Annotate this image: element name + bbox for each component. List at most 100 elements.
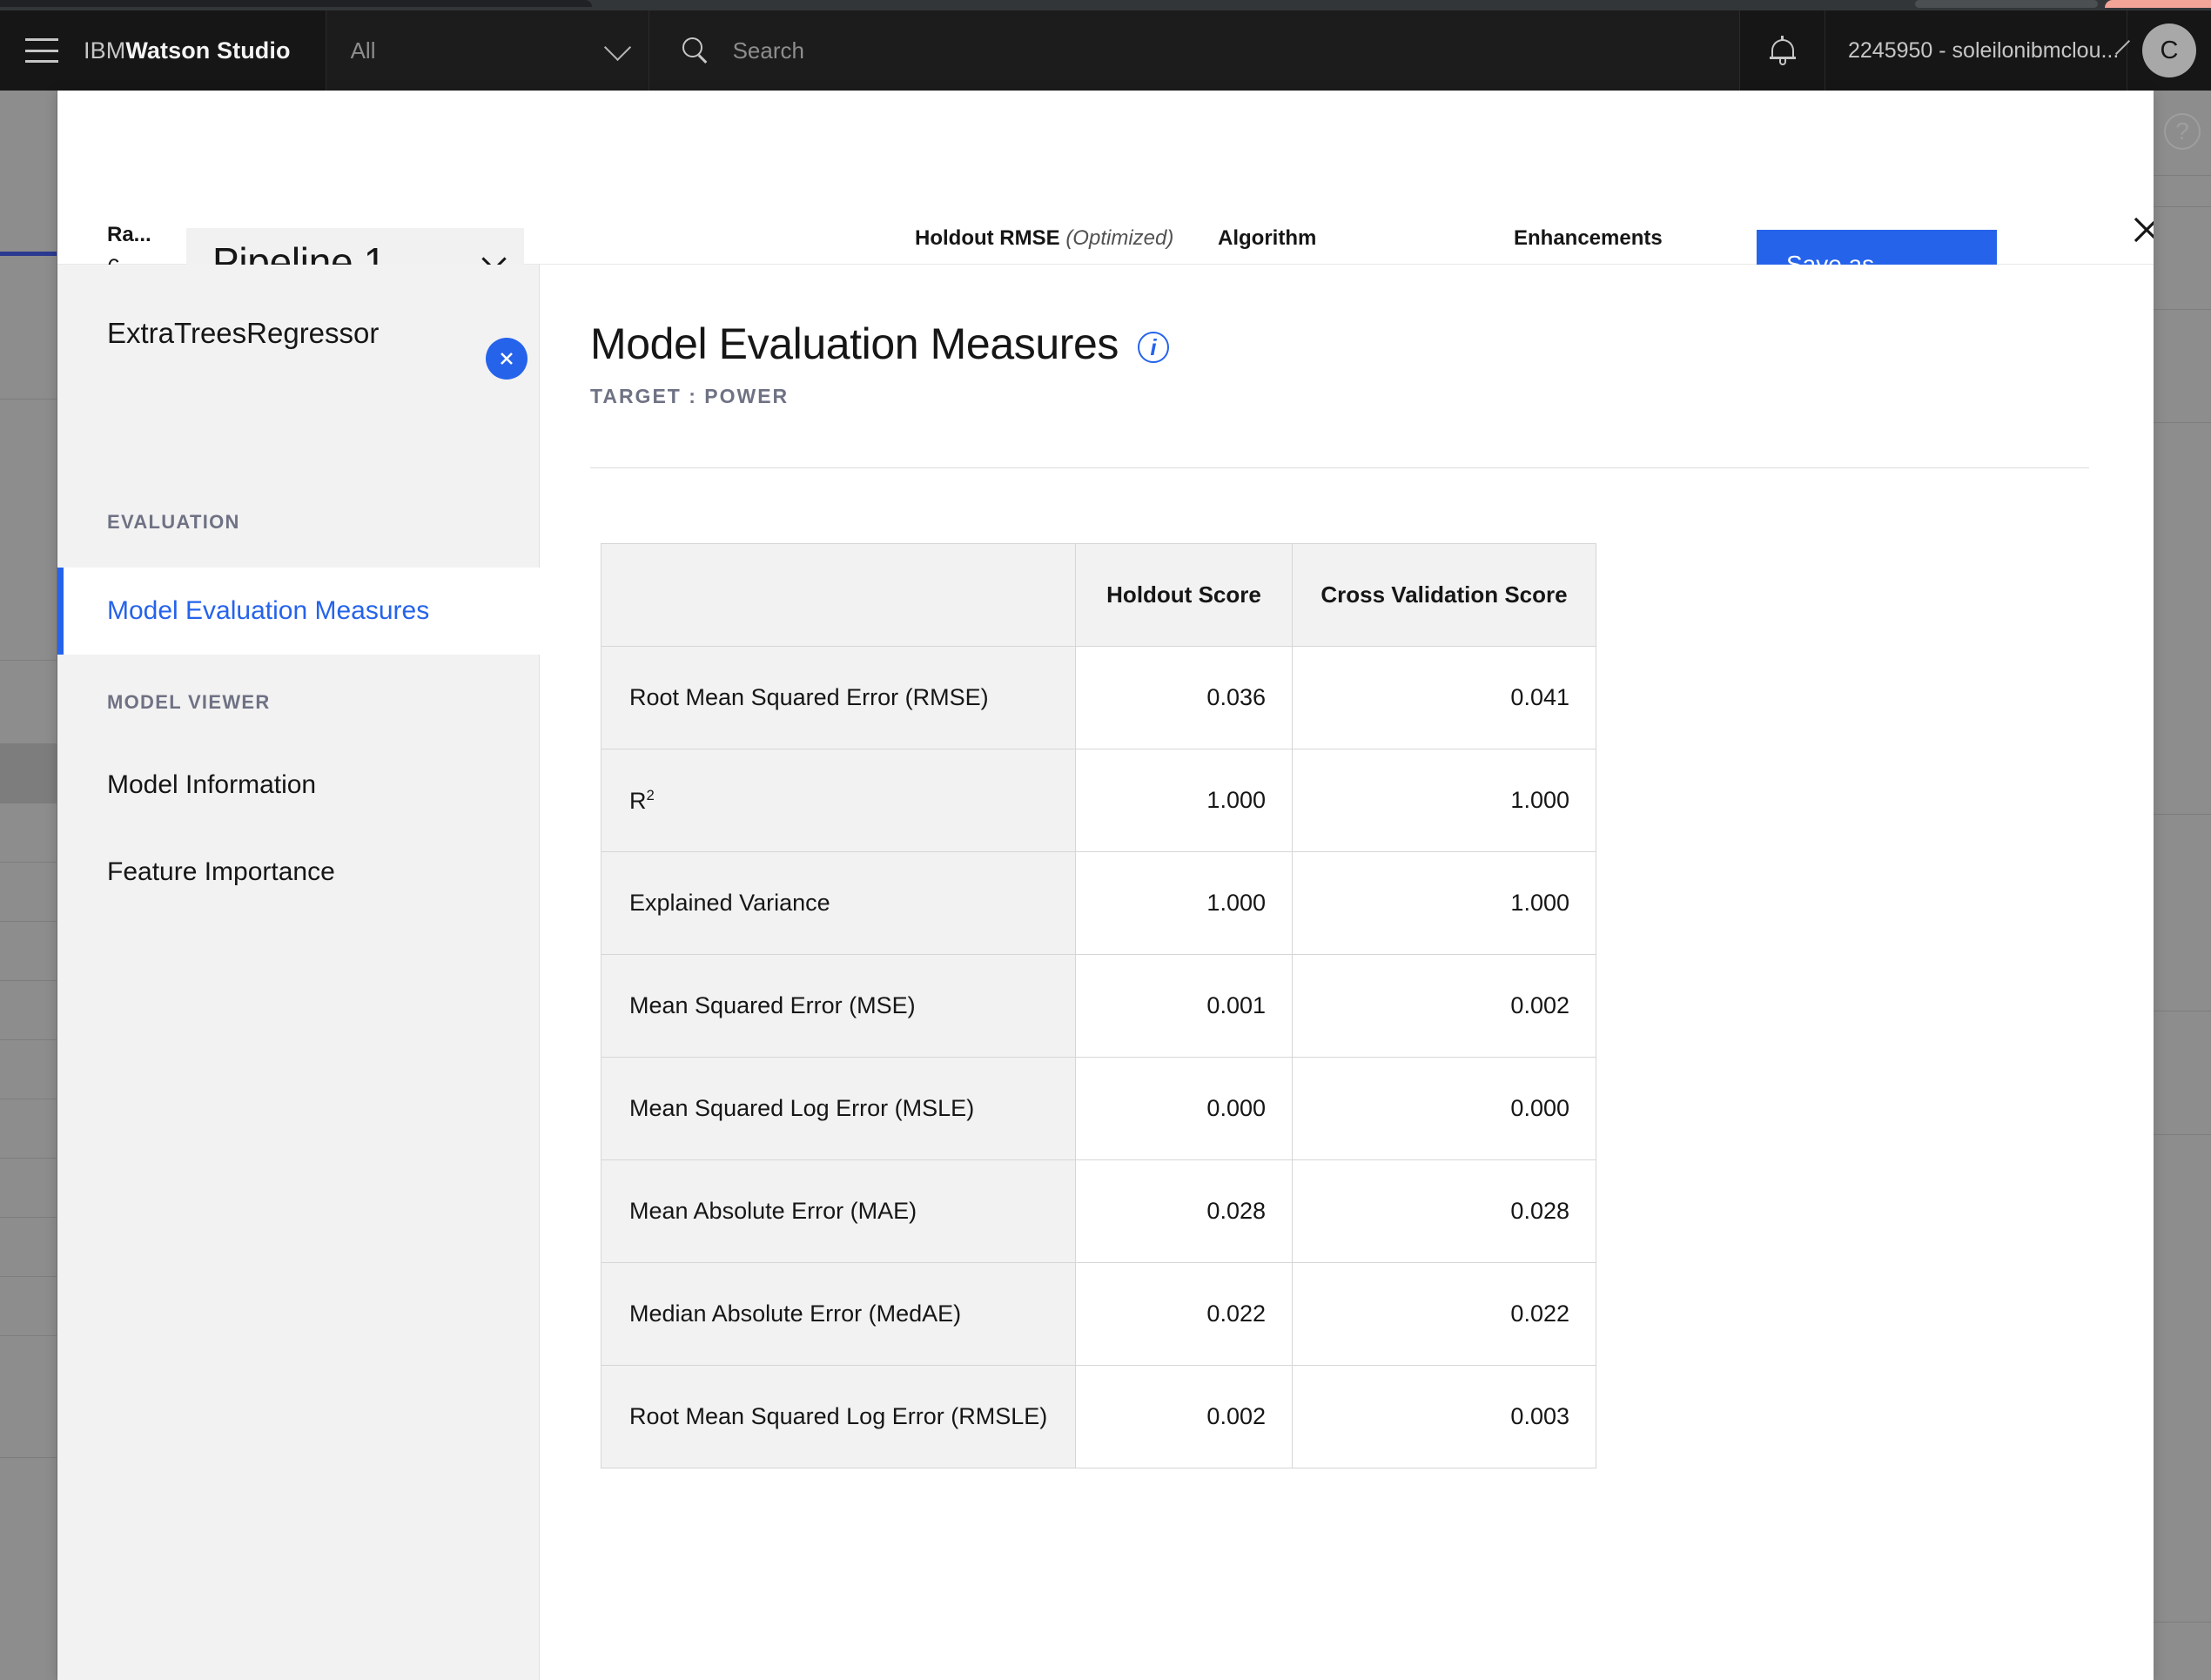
brand-logo[interactable]: IBM Watson Studio bbox=[84, 10, 326, 91]
table-row: Explained Variance 1.000 1.000 bbox=[601, 851, 1596, 955]
metric-label: Algorithm bbox=[1218, 226, 1317, 250]
search-icon bbox=[682, 37, 709, 64]
modal-sidenav: ExtraTreesRegressor EVALUATION Model Eva… bbox=[57, 265, 540, 1680]
brand-name: Watson Studio bbox=[125, 37, 291, 64]
column-header-cross-validation-score: Cross Validation Score bbox=[1292, 543, 1596, 647]
menu-icon-bars bbox=[25, 38, 58, 63]
rail-slot bbox=[0, 1159, 57, 1218]
sidebar-item-model-information[interactable]: Model Information bbox=[57, 742, 540, 829]
browser-chrome-strip bbox=[0, 0, 2211, 10]
modal-header: Ra... 6 Pipeline 1 Holdout RMSE (Optimiz… bbox=[57, 91, 2154, 299]
table-row: Mean Squared Error (MSE) 0.001 0.002 bbox=[601, 954, 1596, 1058]
table-row: Median Absolute Error (MedAE) 0.022 0.022 bbox=[601, 1262, 1596, 1366]
sidebar-item-feature-importance[interactable]: Feature Importance bbox=[57, 829, 540, 916]
rail-slot bbox=[0, 256, 57, 400]
brand-prefix: IBM bbox=[84, 37, 126, 64]
bell-icon[interactable] bbox=[1739, 10, 1825, 91]
browser-profile-accent bbox=[2105, 0, 2211, 8]
search-input-placeholder: Search bbox=[732, 37, 804, 64]
page-title: Model Evaluation Measures bbox=[590, 319, 1119, 368]
measure-name-superscript: 2 bbox=[646, 786, 655, 803]
search-input[interactable]: Search bbox=[649, 10, 1739, 91]
model-evaluation-measures-table: Holdout Score Cross Validation Score Roo… bbox=[601, 543, 1596, 1468]
table-header: Holdout Score Cross Validation Score bbox=[601, 543, 1596, 647]
holdout-score-cell: 0.000 bbox=[1075, 1057, 1293, 1160]
rail-slot bbox=[0, 400, 57, 661]
nav-group-title-evaluation: EVALUATION bbox=[107, 511, 240, 533]
sidebar-item-label: Model Evaluation Measures bbox=[107, 596, 430, 625]
table-header-row: Holdout Score Cross Validation Score bbox=[601, 543, 1596, 647]
cross-validation-score-cell: 0.002 bbox=[1292, 954, 1596, 1058]
holdout-score-cell: 1.000 bbox=[1075, 749, 1293, 852]
holdout-score-cell: 0.036 bbox=[1075, 646, 1293, 749]
cross-validation-score-cell: 0.003 bbox=[1292, 1365, 1596, 1468]
rail-slot bbox=[0, 1099, 57, 1159]
cross-validation-score-cell: 1.000 bbox=[1292, 749, 1596, 852]
chevron-down-icon bbox=[603, 33, 631, 62]
pipeline-detail-modal: Ra... 6 Pipeline 1 Holdout RMSE (Optimiz… bbox=[57, 91, 2154, 1680]
holdout-score-cell: 1.000 bbox=[1075, 851, 1293, 955]
rail-slot bbox=[0, 744, 57, 803]
measure-name-cell: Median Absolute Error (MedAE) bbox=[601, 1262, 1076, 1366]
account-dropdown-value: 2245950 - soleilonibmclou... bbox=[1848, 37, 2120, 63]
rail-slot bbox=[0, 1218, 57, 1277]
column-header-measure bbox=[601, 543, 1076, 647]
cross-validation-score-cell: 1.000 bbox=[1292, 851, 1596, 955]
modal-body: ExtraTreesRegressor EVALUATION Model Eva… bbox=[57, 265, 2154, 1680]
rail-slot bbox=[2152, 423, 2211, 815]
cross-validation-score-cell: 0.022 bbox=[1292, 1262, 1596, 1366]
table-row: Root Mean Squared Log Error (RMSLE) 0.002… bbox=[601, 1365, 1596, 1468]
measure-name-cell: Root Mean Squared Log Error (RMSLE) bbox=[601, 1365, 1076, 1468]
table-body: Root Mean Squared Error (RMSE) 0.036 0.041… bbox=[601, 646, 1596, 1468]
rail-slot bbox=[2152, 310, 2211, 423]
measure-name-cell: Mean Squared Error (MSE) bbox=[601, 954, 1076, 1058]
bell-icon-glyph bbox=[1769, 36, 1796, 65]
rail-slot bbox=[0, 1040, 57, 1099]
sidebar-item-label: Feature Importance bbox=[107, 857, 335, 886]
account-dropdown[interactable]: 2245950 - soleilonibmclou... bbox=[1825, 10, 2131, 91]
sidebar-item-label: Model Information bbox=[107, 770, 317, 799]
rail-slot bbox=[2152, 1135, 2211, 1623]
holdout-score-cell: 0.002 bbox=[1075, 1365, 1293, 1468]
rail-slot bbox=[2152, 815, 2211, 1011]
page-title-row: Model Evaluation Measures i bbox=[590, 319, 2079, 369]
metric-label: Enhancements bbox=[1514, 226, 1663, 250]
browser-tab-active[interactable] bbox=[0, 0, 592, 7]
rail-slot bbox=[2152, 176, 2211, 207]
metric-label: Holdout RMSE (Optimized) bbox=[915, 226, 1174, 250]
metric-sublabel: (Optimized) bbox=[1065, 226, 1174, 250]
rail-slot bbox=[0, 803, 57, 863]
close-icon[interactable] bbox=[2122, 205, 2154, 254]
model-name: ExtraTreesRegressor bbox=[107, 317, 380, 349]
nav-group-title-model-viewer: MODEL VIEWER bbox=[107, 691, 271, 713]
avatar-initial: C bbox=[2142, 24, 2196, 77]
cross-validation-score-cell: 0.041 bbox=[1292, 646, 1596, 749]
rail-slot bbox=[0, 981, 57, 1040]
table-row: Root Mean Squared Error (RMSE) 0.036 0.041 bbox=[601, 646, 1596, 749]
measure-name-cell: R2 bbox=[601, 749, 1076, 852]
app-right-rail-dimmed: ? bbox=[2152, 91, 2211, 1680]
cross-validation-score-cell: 0.000 bbox=[1292, 1057, 1596, 1160]
target-label: TARGET : POWER bbox=[590, 385, 790, 407]
rail-slot bbox=[2152, 1011, 2211, 1135]
rank-label: Ra... bbox=[107, 223, 151, 246]
global-header: IBM Watson Studio All Search 2245950 - s… bbox=[0, 10, 2211, 91]
rail-slot bbox=[2152, 207, 2211, 310]
help-circle-icon: ? bbox=[2164, 113, 2201, 150]
table-row: Mean Squared Log Error (MSLE) 0.000 0.000 bbox=[601, 1057, 1596, 1160]
scope-dropdown[interactable]: All bbox=[325, 10, 649, 91]
sidebar-item-model-evaluation-measures[interactable]: Model Evaluation Measures bbox=[57, 568, 540, 655]
table-row: R2 1.000 1.000 bbox=[601, 749, 1596, 852]
info-circle-icon[interactable]: i bbox=[1138, 332, 1169, 363]
modal-main-content: Model Evaluation Measures i TARGET : POW… bbox=[540, 265, 2154, 1680]
menu-icon[interactable] bbox=[0, 10, 84, 91]
cross-validation-score-cell: 0.028 bbox=[1292, 1159, 1596, 1263]
close-icon[interactable] bbox=[486, 338, 528, 380]
rail-slot bbox=[0, 1336, 57, 1458]
browser-omnibox-pill[interactable] bbox=[1915, 0, 2098, 8]
avatar[interactable]: C bbox=[2127, 10, 2211, 91]
column-header-holdout-score: Holdout Score bbox=[1075, 543, 1293, 647]
holdout-score-cell: 0.028 bbox=[1075, 1159, 1293, 1263]
measure-name-cell: Explained Variance bbox=[601, 851, 1076, 955]
app-left-rail-dimmed bbox=[0, 91, 57, 1680]
